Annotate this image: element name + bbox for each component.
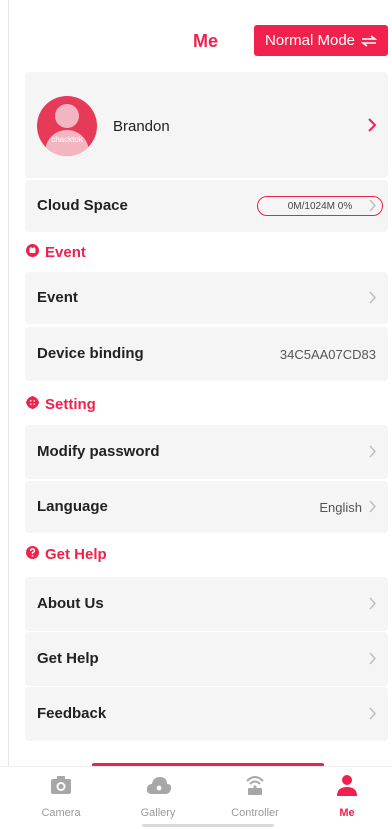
avatar: chacktok [37, 96, 97, 156]
camera-icon [49, 773, 73, 797]
section-help-label: Get Help [45, 546, 107, 563]
chevron-right-icon [369, 652, 376, 665]
section-event-label: Event [45, 244, 86, 261]
feedback-row[interactable]: Feedback [25, 687, 388, 741]
chevron-right-icon [369, 291, 376, 304]
nav-gallery[interactable]: Gallery [113, 767, 203, 829]
device-id-value: 34C5AA07CD83 [279, 347, 376, 362]
section-help: Get Help [26, 546, 107, 563]
avatar-brand: chacktok [51, 135, 83, 144]
cloud-space-label: Cloud Space [37, 197, 128, 214]
device-binding-row[interactable]: Device binding 34C5AA07CD83 [25, 327, 388, 381]
modify-password-row[interactable]: Modify password [25, 425, 388, 479]
about-us-label: About Us [37, 595, 104, 612]
section-setting: Setting [26, 396, 96, 413]
section-event: Event [26, 244, 86, 261]
nav-camera-label: Camera [41, 807, 81, 819]
cloud-icon [146, 773, 172, 797]
nav-controller-label: Controller [231, 807, 279, 819]
swap-icon [361, 34, 378, 47]
cloud-usage-badge: 0M/1024M 0% [257, 196, 383, 216]
profile-card[interactable]: chacktok Brandon [25, 72, 388, 178]
section-setting-label: Setting [45, 396, 96, 413]
nav-gallery-label: Gallery [140, 807, 176, 819]
device-binding-label: Device binding [37, 345, 144, 362]
nav-controller[interactable]: Controller [210, 767, 300, 829]
event-label: Event [37, 289, 78, 306]
chevron-right-icon [369, 445, 376, 458]
gear-icon [26, 396, 39, 413]
language-label: Language [37, 498, 108, 515]
controller-icon [243, 773, 267, 797]
left-divider [8, 0, 9, 828]
nav-me-label: Me [339, 807, 355, 819]
nav-camera[interactable]: Camera [16, 767, 106, 829]
event-icon [26, 244, 39, 261]
get-help-row[interactable]: Get Help [25, 632, 388, 686]
mode-label: Normal Mode [264, 32, 356, 49]
page-title: Me [193, 31, 219, 51]
bottom-nav: Camera Gallery Controller Me [0, 766, 392, 829]
chevron-right-icon [369, 597, 376, 610]
question-icon [26, 546, 39, 563]
language-row[interactable]: Language English [25, 481, 388, 533]
person-icon [335, 773, 359, 797]
chevron-right-icon [369, 707, 376, 720]
about-us-row[interactable]: About Us [25, 577, 388, 631]
normal-mode-button[interactable]: Normal Mode [254, 25, 388, 56]
feedback-label: Feedback [37, 705, 107, 722]
chevron-right-icon [369, 500, 376, 513]
event-row[interactable]: Event [25, 272, 388, 324]
home-indicator [142, 824, 274, 827]
language-value: English [319, 500, 362, 515]
modify-password-label: Modify password [37, 443, 160, 460]
nav-me[interactable]: Me [302, 767, 392, 829]
cloud-space-row[interactable]: Cloud Space 0M/1024M 0% [25, 180, 388, 232]
username: Brandon [113, 118, 170, 135]
chevron-right-icon [368, 118, 376, 132]
header: Me Normal Mode [0, 0, 392, 60]
chevron-right-icon [369, 199, 376, 212]
get-help-label: Get Help [37, 650, 99, 667]
